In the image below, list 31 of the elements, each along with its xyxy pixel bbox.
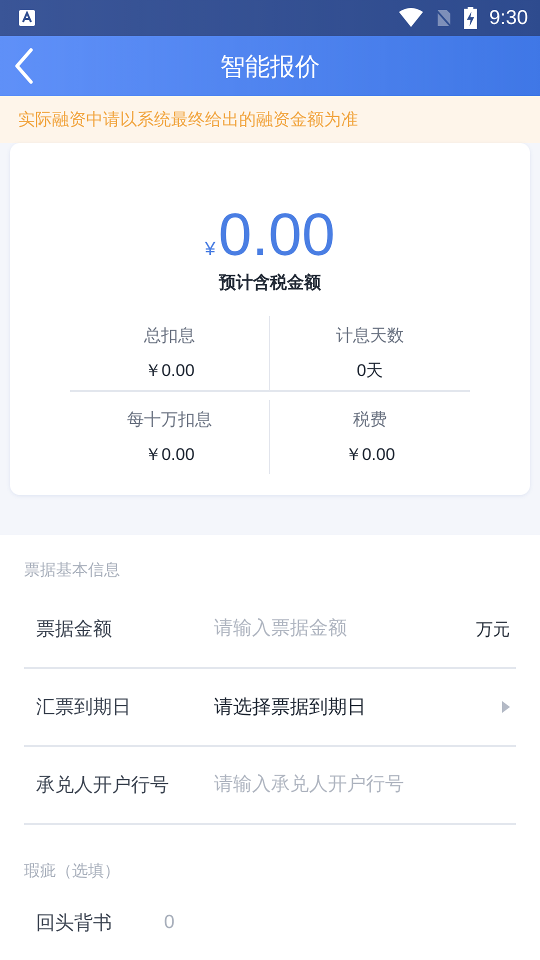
stat-label: 计息天数 xyxy=(336,325,404,347)
currency-symbol: ¥ xyxy=(204,239,216,261)
stat-value: 0天 xyxy=(356,360,384,382)
no-sim-icon xyxy=(436,8,452,28)
field-label: 汇票到期日 xyxy=(36,696,132,720)
count-value: 0 xyxy=(164,912,175,934)
unit-label: 万元 xyxy=(476,618,510,640)
input-field[interactable]: 请输入承兑人开户行号 xyxy=(214,774,510,796)
field-label: 票据金额 xyxy=(36,618,113,642)
date-picker[interactable]: 请选择票据到期日 xyxy=(214,694,502,720)
section-title: 票据基本信息 xyxy=(24,560,121,581)
wifi-icon xyxy=(398,8,424,28)
stat-value: ￥0.00 xyxy=(144,360,195,382)
stat-label: 税费 xyxy=(353,409,387,431)
total-amount: 0.00 xyxy=(218,203,336,267)
stat-label: 总扣息 xyxy=(144,325,195,347)
field-label: 承兑人开户行号 xyxy=(36,774,170,798)
status-time: 9:30 xyxy=(489,6,528,30)
stat-label: 每十万扣息 xyxy=(127,409,212,431)
field-label: 回头背书 xyxy=(36,912,112,936)
app-notification-icon xyxy=(19,10,35,26)
notice-banner: 实际融资中请以系统最终给出的融资金额为准 xyxy=(0,96,540,143)
caret-icon xyxy=(502,701,510,713)
stat-value: ￥0.00 xyxy=(344,444,396,466)
stat-value: ￥0.00 xyxy=(144,444,195,466)
page-title: 智能报价 xyxy=(220,52,320,82)
input-field[interactable]: 请输入票据金额 xyxy=(214,618,476,640)
back-button[interactable] xyxy=(14,48,34,84)
amount-caption: 预计含税金额 xyxy=(219,272,321,294)
battery-icon xyxy=(464,7,478,29)
section-title: 瑕疵（选填） xyxy=(24,862,121,882)
